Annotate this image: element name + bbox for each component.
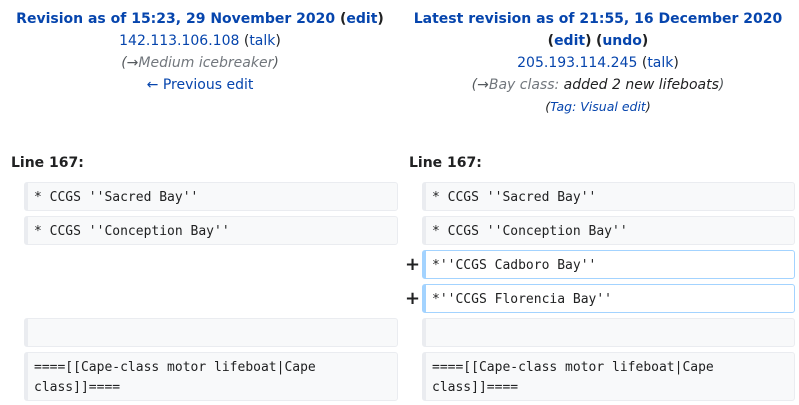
- summary-suffix: ): [273, 55, 279, 71]
- old-line-number: Line 167:: [11, 155, 84, 171]
- undo-link[interactable]: undo: [602, 33, 642, 49]
- new-user-link[interactable]: 205.193.114.245: [517, 55, 637, 71]
- paren-close: ): [673, 55, 679, 71]
- old-user-link[interactable]: 142.113.106.108: [119, 33, 239, 49]
- new-context-line-cape-class: ====[[Cape-class motor lifeboat|Cape cla…: [422, 352, 795, 401]
- new-revision-title-link[interactable]: Latest revision as of 21:55, 16 December…: [414, 11, 782, 27]
- old-revision-title-link[interactable]: Revision as of 15:23, 29 November 2020: [16, 11, 335, 27]
- old-revision-header: Revision as of 15:23, 29 November 2020 (…: [0, 8, 400, 96]
- new-edit-link[interactable]: edit: [554, 33, 585, 49]
- new-talk-link[interactable]: talk: [647, 55, 673, 71]
- old-context-line-cape-class: ====[[Cape-class motor lifeboat|Cape cla…: [24, 352, 398, 401]
- new-context-line-sacred-bay: * CCGS ''Sacred Bay'': [422, 182, 795, 211]
- old-context-line-empty: [24, 318, 398, 347]
- previous-edit-link[interactable]: ← Previous edit: [147, 77, 254, 93]
- old-edit-summary: (→Medium icebreaker): [0, 52, 400, 74]
- paren-close: ): [377, 11, 384, 27]
- added-line-marker: +: [405, 254, 421, 275]
- paren-close: ): [275, 33, 281, 49]
- summary-suffix: ): [718, 77, 725, 93]
- old-summary-section-link[interactable]: Medium icebreaker: [138, 55, 273, 71]
- paren-close: ): [641, 33, 649, 49]
- summary-text: added 2 new lifeboats: [559, 77, 719, 93]
- old-user-line: 142.113.106.108 (talk): [0, 30, 400, 52]
- new-actions-line: (edit) (undo): [398, 30, 798, 52]
- new-revision-title-line: Latest revision as of 21:55, 16 December…: [398, 8, 798, 30]
- prev-edit-line: ← Previous edit: [0, 74, 400, 96]
- added-line-marker: +: [405, 288, 421, 309]
- tag-suffix: ): [645, 99, 651, 114]
- old-talk-link[interactable]: talk: [249, 33, 275, 49]
- new-summary-section-link[interactable]: Bay class:: [489, 77, 559, 93]
- new-context-line-conception-bay: * CCGS ''Conception Bay'': [422, 216, 795, 245]
- new-revision-header: Latest revision as of 21:55, 16 December…: [398, 8, 798, 118]
- new-line-number: Line 167:: [409, 155, 482, 171]
- tag-line: (Tag: Visual edit): [398, 96, 798, 118]
- paren-close: ): [585, 33, 592, 49]
- summary-prefix: (→: [471, 77, 489, 93]
- added-line-cadboro-bay: *''CCGS Cadboro Bay'': [422, 250, 795, 279]
- added-line-florencia-bay: *''CCGS Florencia Bay'': [422, 284, 795, 313]
- old-context-line-conception-bay: * CCGS ''Conception Bay'': [24, 216, 398, 245]
- new-edit-summary: (→Bay class: added 2 new lifeboats): [398, 74, 798, 96]
- old-context-line-sacred-bay: * CCGS ''Sacred Bay'': [24, 182, 398, 211]
- old-revision-title-line: Revision as of 15:23, 29 November 2020 (…: [0, 8, 400, 30]
- summary-prefix: (→: [121, 55, 139, 71]
- old-edit-link[interactable]: edit: [346, 11, 377, 27]
- paren-open: (: [335, 11, 347, 27]
- new-user-line: 205.193.114.245 (talk): [398, 52, 798, 74]
- new-context-line-empty: [422, 318, 795, 347]
- visual-edit-tag-link[interactable]: Tag: Visual edit: [550, 99, 646, 114]
